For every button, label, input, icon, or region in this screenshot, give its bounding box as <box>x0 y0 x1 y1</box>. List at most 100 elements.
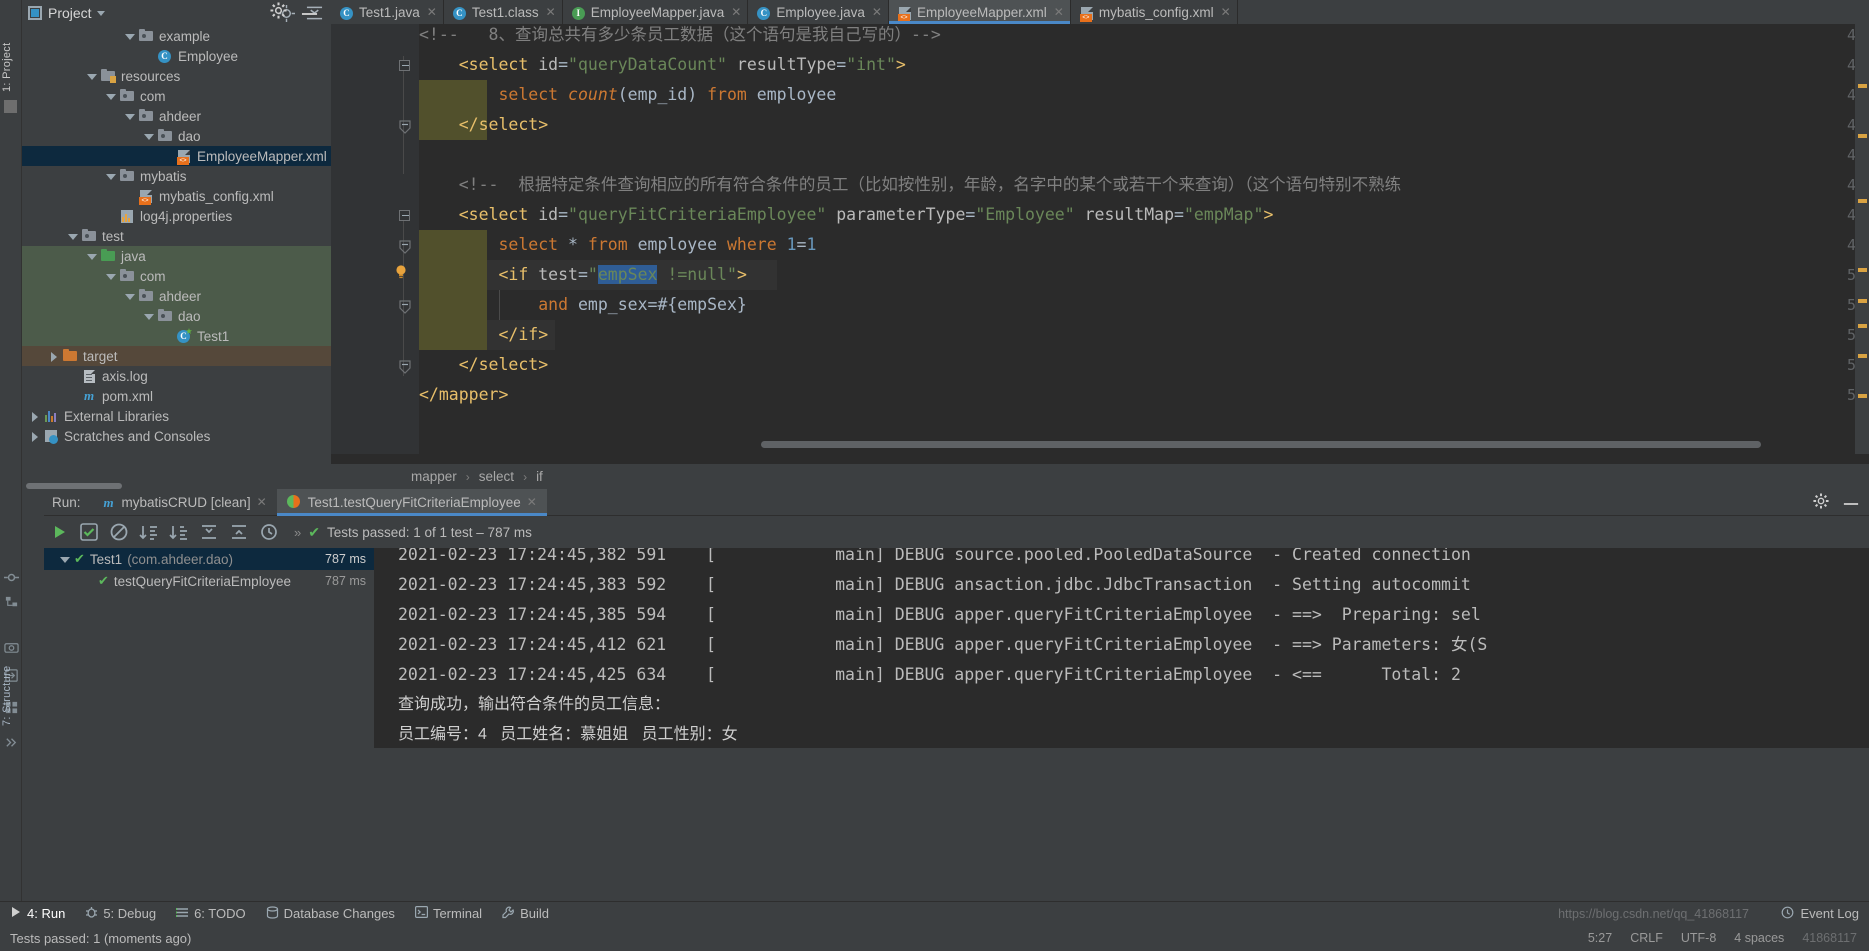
status-utf-8[interactable]: UTF-8 <box>1681 931 1716 945</box>
status-4-spaces[interactable]: 4 spaces <box>1734 931 1784 945</box>
tree-item-dao[interactable]: dao <box>22 126 331 146</box>
test-tree-row[interactable]: ✔ Test1 (com.ahdeer.dao) 787 ms <box>44 548 374 570</box>
editor-tab-test1-java[interactable]: C Test1.java ✕ <box>331 0 444 24</box>
bottom-tab-database-changes[interactable]: Database Changes <box>266 905 395 922</box>
tree-item-ahdeer[interactable]: ahdeer <box>22 106 331 126</box>
breadcrumb[interactable]: mapper › select › if <box>331 464 1869 489</box>
tree-expand-arrow[interactable] <box>144 312 154 321</box>
run-tab-mybatiscrud-clean-[interactable]: m mybatisCRUD [clean] ✕ <box>91 489 277 516</box>
fold-marker[interactable] <box>399 120 411 134</box>
chevron-down-icon[interactable] <box>96 10 105 16</box>
tree-expand-arrow[interactable] <box>144 132 154 141</box>
tree-expand-arrow[interactable] <box>163 332 172 341</box>
warning-marker[interactable] <box>1858 268 1867 272</box>
intention-bulb-icon[interactable] <box>393 264 409 280</box>
warning-marker[interactable] <box>1858 354 1867 358</box>
tree-item-dao[interactable]: dao <box>22 306 331 326</box>
close-icon[interactable]: ✕ <box>1054 5 1064 19</box>
code-line-49[interactable]: select * from employee where 1=1 <box>419 230 816 260</box>
sort-duration-icon[interactable] <box>164 517 194 547</box>
structure-icon[interactable] <box>4 595 19 610</box>
fold-marker[interactable] <box>399 210 411 222</box>
tree-item-axis-log[interactable]: axis.log <box>22 366 331 386</box>
tree-expand-arrow[interactable] <box>68 232 78 241</box>
tree-expand-arrow[interactable] <box>144 52 153 61</box>
tree-item-com[interactable]: com <box>22 266 331 286</box>
editor-tab-employeemapper-java[interactable]: I EmployeeMapper.java ✕ <box>563 0 749 24</box>
tree-item-scratches-and-consoles[interactable]: Scratches and Consoles <box>22 426 331 446</box>
tree-expand-arrow[interactable] <box>125 292 135 301</box>
code-editor[interactable]: 42434445464748495051525354 <!-- 8、查询总共有多… <box>331 24 1869 454</box>
tree-item-ahdeer[interactable]: ahdeer <box>22 286 331 306</box>
editor-tab-test1-class[interactable]: C Test1.class ✕ <box>444 0 563 24</box>
tree-item-test1[interactable]: C Test1 <box>22 326 331 346</box>
bottom-tab-build[interactable]: Build <box>502 906 549 922</box>
tree-expand-arrow[interactable] <box>125 32 135 41</box>
code-line-51[interactable]: and emp_sex=#{empSex} <box>419 290 747 320</box>
project-tree[interactable]: example C Employee resources com ahdeer dao Emp… <box>22 26 331 489</box>
close-icon[interactable]: ✕ <box>257 495 267 509</box>
tree-expand-arrow[interactable] <box>106 272 116 281</box>
editor-tabs[interactable]: C Test1.java ✕ C Test1.class ✕ I EmployeeMapper… <box>331 0 1869 24</box>
hide-panel-icon[interactable] <box>1843 495 1859 510</box>
tree-expand-arrow[interactable] <box>60 555 70 564</box>
editor-hscrollbar[interactable] <box>761 441 1761 448</box>
close-icon[interactable]: ✕ <box>527 495 537 509</box>
tree-expand-arrow[interactable] <box>30 431 39 442</box>
code-line-53[interactable]: </select> <box>419 350 548 380</box>
code-line-42[interactable]: <!-- 8、查询总共有多少条员工数据（这个语句是我自己写的）--> <box>419 24 941 50</box>
fold-marker[interactable] <box>399 60 411 72</box>
fold-marker[interactable] <box>399 240 411 254</box>
tree-item-log4j-properties[interactable]: log4j.properties <box>22 206 331 226</box>
ignore-tests-icon[interactable] <box>104 517 134 547</box>
expand-all-icon[interactable] <box>194 517 224 547</box>
history-icon[interactable] <box>254 517 284 547</box>
tree-expand-arrow[interactable] <box>30 411 39 422</box>
commit-icon[interactable] <box>4 570 19 585</box>
close-icon[interactable]: ✕ <box>1221 5 1231 19</box>
tree-item-employeemapper-xml[interactable]: EmployeeMapper.xml <box>22 146 331 166</box>
event-log-button[interactable]: Event Log <box>1781 906 1869 922</box>
sort-alpha-icon[interactable] <box>134 517 164 547</box>
fold-marker[interactable] <box>399 300 411 314</box>
code-line-44[interactable]: select count(emp_id) from employee <box>419 80 836 110</box>
warning-marker[interactable] <box>1858 394 1867 398</box>
fold-marker[interactable] <box>399 360 411 374</box>
expand-status-icon[interactable]: » <box>294 525 301 540</box>
warning-marker[interactable] <box>1858 199 1867 203</box>
status-crlf[interactable]: CRLF <box>1630 931 1663 945</box>
editor-tab-mybatis-config-xml[interactable]: mybatis_config.xml ✕ <box>1071 0 1238 24</box>
sidebar-tab-structure[interactable]: 7: Structure <box>1 640 21 726</box>
breadcrumb-item-select[interactable]: select <box>479 469 514 484</box>
test-tree[interactable]: ✔ Test1 (com.ahdeer.dao) 787 ms ✔ testQueryFi… <box>44 548 374 748</box>
warning-marker[interactable] <box>1858 324 1867 328</box>
bottom-tab-6-todo[interactable]: 6: TODO <box>176 906 246 922</box>
editor-marker-strip[interactable] <box>1855 24 1869 454</box>
code-line-50[interactable]: <if test="empSex !=null"> <box>419 260 747 290</box>
tree-item-com[interactable]: com <box>22 86 331 106</box>
bottom-tab-terminal[interactable]: Terminal <box>414 906 482 921</box>
warning-marker[interactable] <box>1858 134 1867 138</box>
editor-tab-employeemapper-xml[interactable]: EmployeeMapper.xml ✕ <box>888 0 1071 24</box>
tree-item-target[interactable]: target <box>22 346 331 366</box>
close-icon[interactable]: ✕ <box>731 5 741 19</box>
editor-tab-employee-java[interactable]: C Employee.java ✕ <box>748 0 889 24</box>
tree-expand-arrow[interactable] <box>106 92 116 101</box>
tree-item-pom-xml[interactable]: m pom.xml <box>22 386 331 406</box>
tree-expand-arrow[interactable] <box>106 212 115 221</box>
expand-rail-icon[interactable] <box>4 735 19 750</box>
tree-item-resources[interactable]: resources <box>22 66 331 86</box>
console-output[interactable]: 2021-02-23 17:24:45,382 591 [ main] DEBU… <box>374 548 1869 748</box>
test-tree-row[interactable]: ✔ testQueryFitCriteriaEmployee 787 ms <box>44 570 374 592</box>
warning-marker[interactable] <box>1858 84 1867 88</box>
tree-expand-arrow[interactable] <box>49 351 58 362</box>
code-line-45[interactable]: </select> <box>419 110 548 140</box>
run-toolbar[interactable]: » ✔ Tests passed: 1 of 1 test – 787 ms <box>44 516 1869 548</box>
sidebar-tab-project[interactable]: 1: Project <box>1 4 21 92</box>
code-line-48[interactable]: <select id="queryFitCriteriaEmployee" pa… <box>419 200 1274 230</box>
bottom-tab-4-run[interactable]: 4: Run <box>10 906 65 921</box>
tree-item-employee[interactable]: C Employee <box>22 46 331 66</box>
code-line-54[interactable]: </mapper> <box>419 380 508 410</box>
collapse-all-icon[interactable] <box>224 517 254 547</box>
tree-expand-arrow[interactable] <box>68 392 77 401</box>
